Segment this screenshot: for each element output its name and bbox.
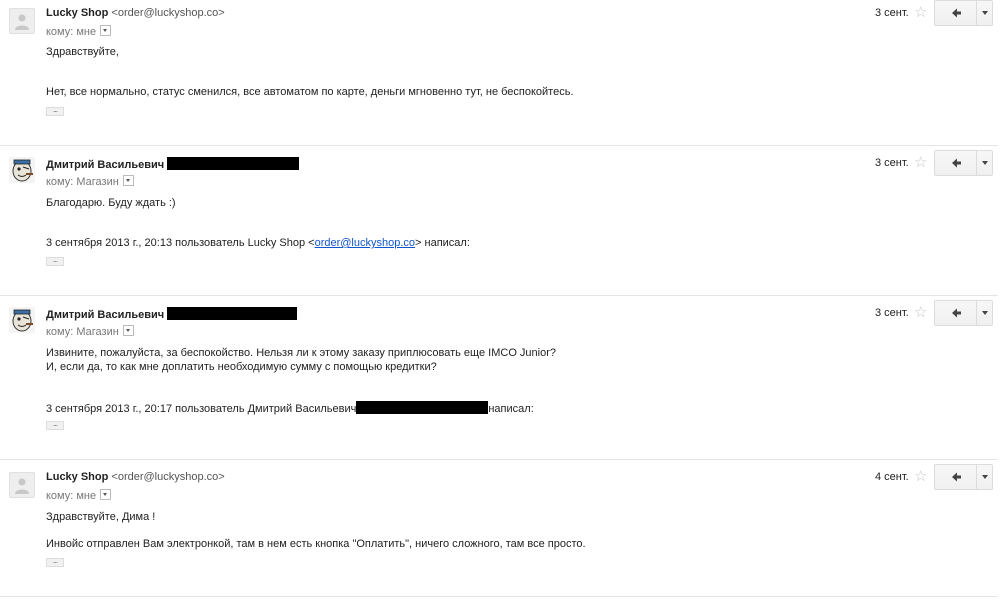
sender[interactable]: Lucky Shop <order@luckyshop.co> [46,7,225,19]
message-divider [0,459,998,460]
body-line: Нет, все нормально, статус сменился, все… [46,86,574,98]
redaction-bar [167,157,300,170]
recipient-line: кому: мне [46,489,112,502]
message-divider [0,145,998,146]
quote-suffix: > написал: [415,237,470,249]
reply-arrow-icon [952,8,961,18]
redaction-bar [167,307,298,320]
star-icon[interactable]: ☆ [914,469,927,484]
sender-name: Дмитрий Васильевич [46,159,165,171]
sender[interactable]: Дмитрий Васильевич [46,307,298,321]
reply-button[interactable] [935,151,976,175]
body-line: Здравствуйте, [46,46,119,58]
body-line: Здравствуйте, Дима ! [46,511,156,523]
recipient-line: кому: Магазин [46,175,134,188]
reply-button-group [934,464,993,490]
more-actions-button[interactable] [977,465,992,489]
show-trimmed-content-icon[interactable]: ... [46,421,64,430]
reply-button[interactable] [935,301,976,325]
body-line: И, если да, то как мне доплатить необход… [46,361,437,373]
sender-name: Lucky Shop [46,7,109,19]
recipient-line: кому: мне [46,25,112,38]
message-date: 3 сент. [875,157,909,169]
details-dropdown-icon[interactable] [100,489,112,500]
details-dropdown-icon[interactable] [122,175,134,186]
sender-email: <order@luckyshop.co> [111,471,225,483]
message-date: 3 сент. [875,307,909,319]
reply-arrow-icon [952,472,961,482]
sender-name: Дмитрий Васильевич [46,309,165,321]
reply-button-group [934,150,993,176]
reply-button-group [934,300,993,326]
show-trimmed-content-icon[interactable]: ... [46,558,64,567]
message-divider [0,295,998,296]
popeye-avatar-icon [9,307,35,333]
star-icon[interactable]: ☆ [914,155,927,170]
body-line: Инвойс отправлен Вам электронкой, там в … [46,538,586,550]
to-name: мне [76,26,97,38]
reply-button-group [934,0,993,26]
message-date: 3 сент. [875,7,909,19]
sender-name: Lucky Shop [46,471,109,483]
more-actions-button[interactable] [977,301,992,325]
reply-button[interactable] [935,1,976,25]
to-prefix: кому: [46,26,74,38]
reply-arrow-icon [952,158,961,168]
quote-email-link[interactable]: order@luckyshop.co [315,237,415,249]
quote-attribution: 3 сентября 2013 г., 20:17 пользователь Д… [46,401,534,415]
recipient-line: кому: Магазин [46,325,134,338]
to-name: Магазин [76,176,119,188]
generic-avatar-icon [9,472,35,498]
star-icon[interactable]: ☆ [914,305,927,320]
quote-suffix: написал: [488,403,534,415]
show-trimmed-content-icon[interactable]: ... [46,257,64,266]
details-dropdown-icon[interactable] [122,325,134,336]
sender[interactable]: Lucky Shop <order@luckyshop.co> [46,471,225,483]
body-line: Извините, пожалуйста, за беспокойство. Н… [46,347,557,359]
popeye-avatar-icon [9,157,35,183]
quote-prefix: 3 сентября 2013 г., 20:13 пользователь L… [46,237,315,249]
sender-email: <order@luckyshop.co> [111,7,225,19]
to-name: Магазин [76,326,119,338]
to-name: мне [76,490,97,502]
message-date: 4 сент. [875,471,909,483]
generic-avatar-icon [9,8,35,34]
sender[interactable]: Дмитрий Васильевич [46,157,300,171]
body-line: Благодарю. Буду ждать :) [46,197,176,209]
reply-arrow-icon [952,308,961,318]
to-prefix: кому: [46,176,74,188]
star-icon[interactable]: ☆ [914,5,927,20]
quote-attribution: 3 сентября 2013 г., 20:13 пользователь L… [46,237,470,249]
show-trimmed-content-icon[interactable]: ... [46,107,64,116]
to-prefix: кому: [46,490,74,502]
redaction-bar [356,401,489,414]
to-prefix: кому: [46,326,74,338]
more-actions-button[interactable] [977,1,992,25]
message-divider [0,596,998,597]
reply-button[interactable] [935,465,976,489]
more-actions-button[interactable] [977,151,992,175]
details-dropdown-icon[interactable] [100,25,112,36]
quote-prefix: 3 сентября 2013 г., 20:17 пользователь Д… [46,403,357,415]
